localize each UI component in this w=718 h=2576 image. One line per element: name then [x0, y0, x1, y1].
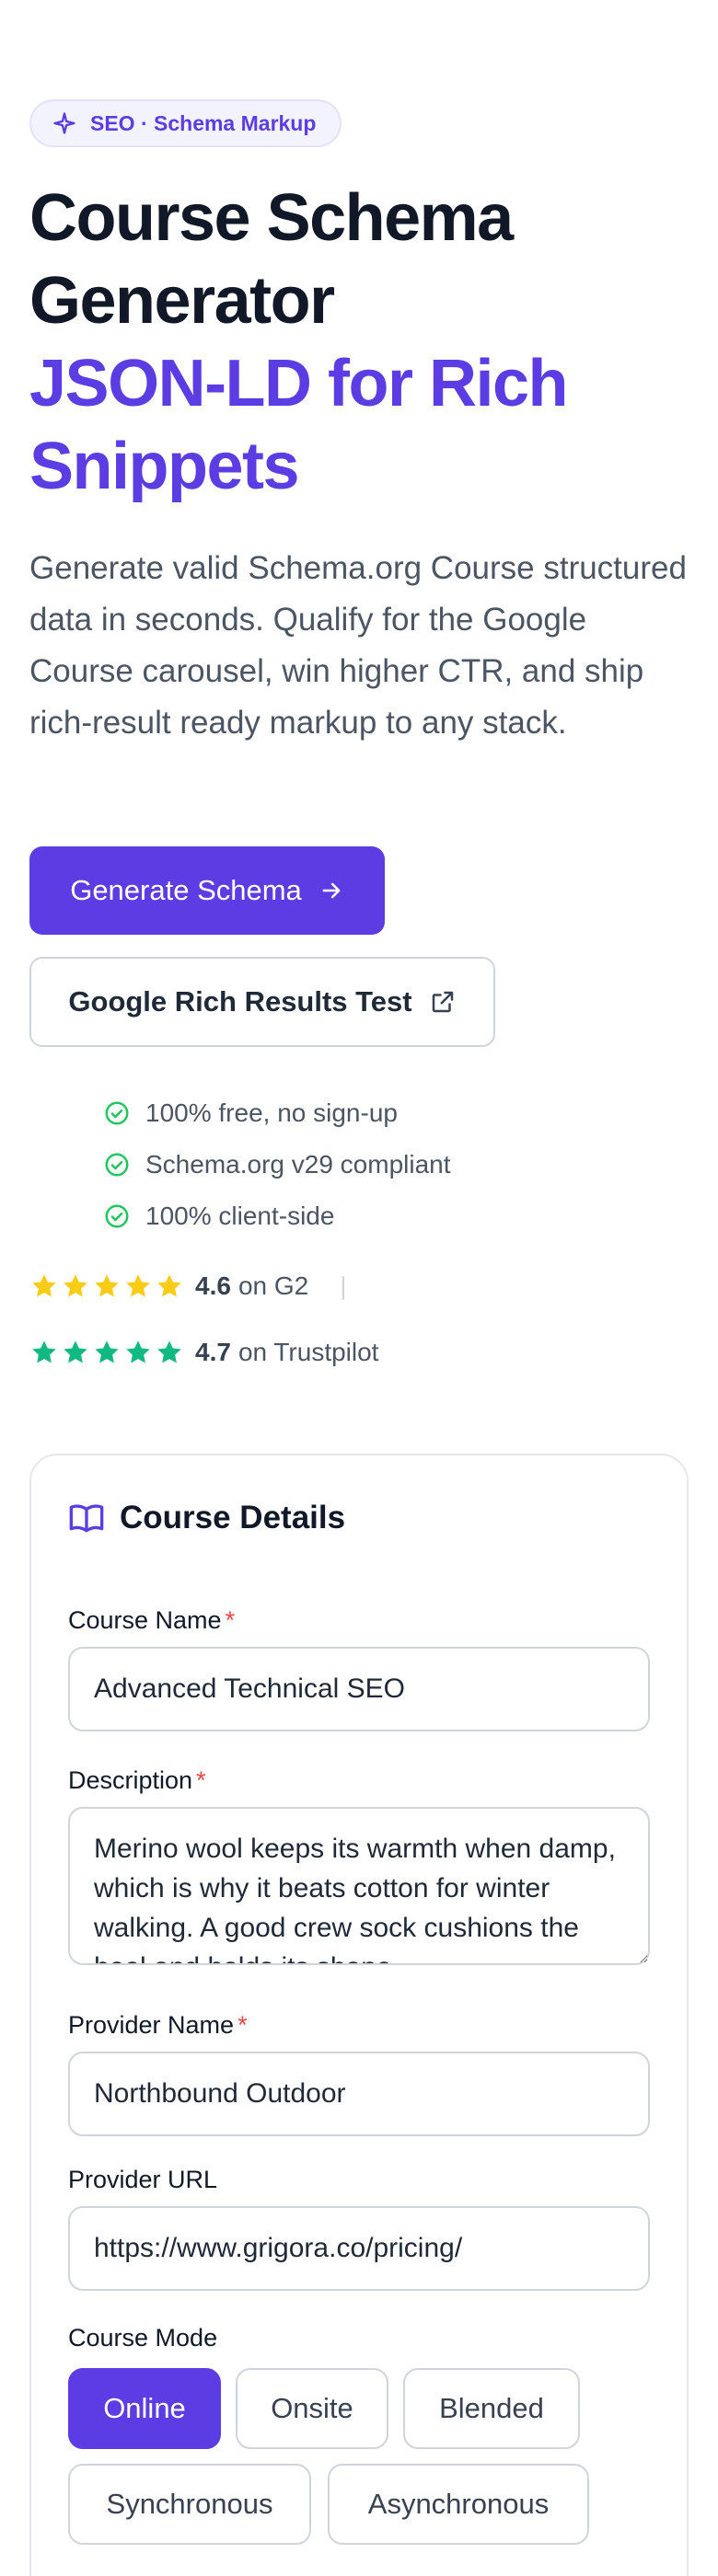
check-item: 100% client-side — [103, 1190, 451, 1242]
trustpilot-rating: 4.7 on Trustpilot — [29, 1338, 378, 1367]
page: SEO · Schema Markup Course Schema Genera… — [0, 0, 718, 2576]
check-item: Schema.org v29 compliant — [103, 1139, 451, 1190]
star-icon — [64, 1340, 87, 1363]
sparkle-icon — [53, 112, 75, 134]
star-icon — [126, 1274, 150, 1297]
provider-name-label: Provider Name * — [68, 2011, 248, 2039]
check-circle-icon — [105, 1153, 129, 1177]
star-icon — [126, 1340, 150, 1363]
required-asterisk: * — [196, 1766, 206, 1794]
course-mode-label: Course Mode — [68, 2324, 218, 2352]
title-line-2: JSON-LD for Rich Snippets — [29, 347, 569, 503]
category-badge: SEO · Schema Markup — [29, 99, 342, 147]
arrow-right-icon — [322, 882, 341, 899]
mode-asynchronous-button[interactable]: Asynchronous — [328, 2464, 589, 2545]
rating-source: on Trustpilot — [237, 1338, 379, 1366]
external-link-icon — [432, 991, 453, 1013]
rating-score: 4.6 — [195, 1271, 231, 1300]
badge-label: SEO · Schema Markup — [90, 110, 317, 135]
check-circle-icon — [105, 1101, 129, 1125]
page-title: Course Schema Generator JSON-LD for Rich… — [29, 177, 689, 508]
provider-url-input[interactable] — [68, 2206, 650, 2291]
check-circle-icon — [105, 1204, 129, 1228]
generate-schema-button[interactable]: Generate Schema — [29, 846, 385, 935]
star-icon — [157, 1340, 181, 1363]
star-icon — [32, 1340, 56, 1363]
rich-results-test-label: Google Rich Results Test — [68, 985, 412, 1018]
description-textarea[interactable]: Merino wool keeps its warmth when damp, … — [68, 1807, 650, 1965]
mode-blended-button[interactable]: Blended — [403, 2368, 580, 2449]
star-rating — [29, 1338, 184, 1367]
lead-paragraph: Generate valid Schema.org Course structu… — [29, 550, 687, 741]
rating-source: on G2 — [237, 1271, 309, 1300]
mode-synchronous-button[interactable]: Synchronous — [68, 2464, 311, 2545]
provider-url-label: Provider URL — [68, 2166, 218, 2193]
required-asterisk: * — [225, 1606, 236, 1634]
course-details-card: Course Details Course Name* Description*… — [29, 1454, 689, 2576]
title-line-1: Course Schema Generator — [29, 181, 514, 338]
rich-results-test-button[interactable]: Google Rich Results Test — [29, 957, 495, 1047]
required-asterisk: * — [237, 2011, 248, 2039]
g2-rating: 4.6 on G2 | — [29, 1271, 347, 1301]
generate-schema-label: Generate Schema — [70, 874, 302, 906]
course-name-label: Course Name * — [68, 1606, 236, 1634]
description-label: Description * — [68, 1766, 206, 1794]
course-name-input[interactable] — [68, 1647, 650, 1731]
star-icon — [32, 1274, 56, 1297]
provider-name-input[interactable] — [68, 2052, 650, 2136]
check-text: Schema.org v29 compliant — [145, 1150, 451, 1179]
star-icon — [64, 1274, 87, 1297]
feature-checklist: 100% free, no sign-up Schema.org v29 com… — [103, 1087, 451, 1242]
star-icon — [157, 1274, 181, 1297]
card-title: Course Details — [120, 1500, 346, 1535]
check-item: 100% free, no sign-up — [103, 1087, 451, 1139]
star-rating — [29, 1271, 184, 1301]
rating-score: 4.7 — [195, 1338, 231, 1366]
mode-onsite-button[interactable]: Onsite — [236, 2368, 388, 2449]
mode-online-button[interactable]: Online — [68, 2368, 221, 2449]
card-header: Course Details — [68, 1500, 345, 1536]
check-text: 100% client-side — [145, 1202, 335, 1230]
check-text: 100% free, no sign-up — [145, 1098, 398, 1127]
star-icon — [95, 1274, 119, 1297]
book-open-icon — [69, 1504, 104, 1533]
star-icon — [95, 1340, 119, 1363]
rating-divider: | — [340, 1271, 347, 1300]
